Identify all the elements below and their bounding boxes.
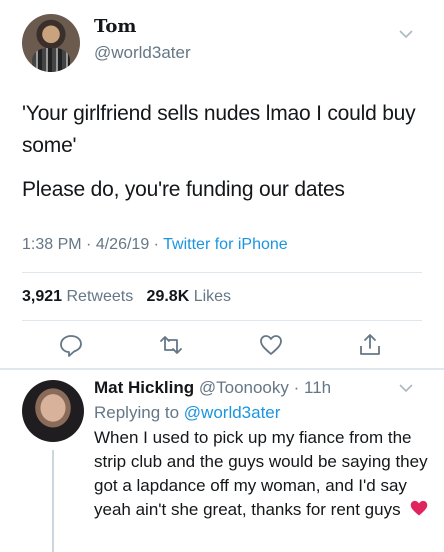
replying-mention[interactable]: @world3ater (184, 403, 281, 422)
reply-header: Mat Hickling @Toonooky · 11h (94, 378, 331, 398)
like-count: 29.8K (146, 288, 190, 305)
reply-text: When I used to pick up my fiance from th… (94, 426, 430, 522)
meta-separator: · (288, 378, 304, 397)
retweet-label: Retweets (66, 288, 134, 305)
red-heart-icon (411, 500, 428, 516)
user-avatar[interactable] (22, 14, 80, 72)
reply-display-name[interactable]: Mat Hickling (94, 378, 194, 397)
reply-body: When I used to pick up my fiance from th… (94, 428, 428, 519)
reply-tweet[interactable]: Mat Hickling @Toonooky · 11h Replying to… (0, 370, 444, 552)
main-tweet: Tom @world3ater 'Your girlfriend sells n… (0, 0, 444, 370)
replying-to: Replying to @world3ater (94, 403, 280, 423)
tweet-stats: 3,921 Retweets 29.8K Likes (22, 288, 231, 306)
like-label: Likes (193, 288, 232, 305)
reply-age[interactable]: 11h (304, 378, 331, 397)
replying-prefix: Replying to (94, 403, 180, 422)
meta-separator: · (86, 236, 96, 253)
chevron-down-icon[interactable] (398, 382, 414, 394)
tweet-date[interactable]: 4/26/19 (96, 236, 149, 253)
retweet-stat[interactable]: 3,921 Retweets (22, 288, 133, 305)
divider (22, 320, 422, 321)
display-name[interactable]: Tom (94, 16, 136, 37)
like-stat[interactable]: 29.8K Likes (147, 288, 232, 305)
divider (22, 272, 422, 273)
reply-handle[interactable]: @Toonooky (199, 378, 289, 397)
reply-user-avatar[interactable] (22, 380, 84, 442)
tweet-text-quote: 'Your girlfriend sells nudes lmao I coul… (22, 102, 416, 157)
chevron-down-icon[interactable] (398, 28, 414, 40)
meta-separator: · (153, 236, 164, 253)
like-icon[interactable] (258, 332, 284, 358)
retweet-icon[interactable] (158, 332, 184, 358)
tweet-text-reply: Please do, you're funding our dates (22, 178, 345, 201)
thread-line (52, 450, 54, 552)
user-handle[interactable]: @world3ater (94, 43, 191, 63)
tweet-source[interactable]: Twitter for iPhone (163, 236, 288, 253)
tweet-meta: 1:38 PM · 4/26/19 · Twitter for iPhone (22, 236, 288, 254)
reply-icon[interactable] (58, 332, 84, 358)
share-icon[interactable] (357, 332, 383, 358)
tweet-time[interactable]: 1:38 PM (22, 236, 82, 253)
retweet-count: 3,921 (22, 288, 63, 305)
tweet-text: 'Your girlfriend sells nudes lmao I coul… (22, 98, 422, 206)
avatar-shirt (32, 48, 70, 72)
